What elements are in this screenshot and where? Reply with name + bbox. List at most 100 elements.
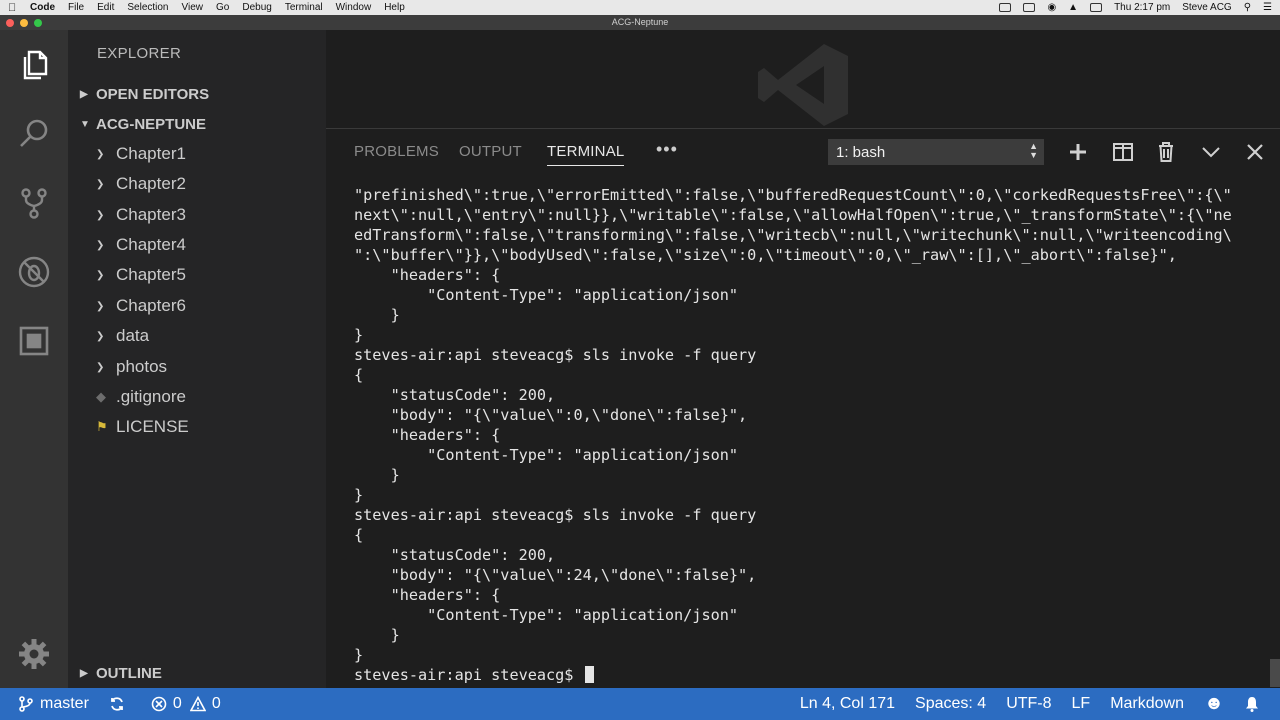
sync-button[interactable] xyxy=(109,696,131,712)
gear-icon[interactable] xyxy=(16,636,52,672)
terminal-line: "Content-Type": "application/json" xyxy=(354,446,739,464)
volume-icon[interactable]: ▲ xyxy=(1068,2,1078,13)
open-editors-label: OPEN EDITORS xyxy=(96,85,210,103)
menu-view[interactable]: View xyxy=(182,2,204,13)
maximize-panel-icon[interactable] xyxy=(1200,141,1222,163)
tree-item-gitignore[interactable]: ◆ .gitignore xyxy=(68,383,326,411)
close-window-button[interactable] xyxy=(6,19,14,27)
tree-item-chapter6[interactable]: ❯ Chapter6 xyxy=(68,292,326,320)
apple-icon[interactable]:  xyxy=(8,2,18,14)
tree-item-label: Chapter6 xyxy=(116,296,186,315)
chevron-right-icon: ❯ xyxy=(96,361,105,373)
terminal-output[interactable]: "prefinished\":true,\"errorEmitted\":fal… xyxy=(354,185,1274,685)
terminal-line: "statusCode": 200, xyxy=(354,386,556,404)
terminal-scrollbar[interactable] xyxy=(1270,659,1280,687)
tree-item-license[interactable]: ⚑ LICENSE xyxy=(68,413,326,441)
branch-indicator[interactable]: master xyxy=(18,695,89,713)
explorer-icon[interactable] xyxy=(16,47,52,83)
outline-header[interactable]: ▶ OUTLINE xyxy=(68,660,326,686)
search-icon[interactable] xyxy=(16,116,52,152)
terminal-line: ":\"buffer\"}},\"bodyUsed\":false,\"size… xyxy=(354,246,1177,264)
tree-item-label: Chapter5 xyxy=(116,265,186,284)
tree-item-data[interactable]: ❯ data xyxy=(68,322,326,350)
source-control-icon[interactable] xyxy=(16,185,52,221)
spotlight-icon[interactable]: ⚲ xyxy=(1244,2,1251,13)
window-title: ACG-Neptune xyxy=(611,17,669,27)
menu-terminal[interactable]: Terminal xyxy=(285,2,323,13)
tab-problems[interactable]: PROBLEMS xyxy=(354,143,439,160)
minimize-window-button[interactable] xyxy=(20,19,28,27)
menu-debug[interactable]: Debug xyxy=(242,2,271,13)
close-panel-icon[interactable] xyxy=(1244,141,1266,163)
window-titlebar: ACG-Neptune xyxy=(0,15,1280,30)
menu-help[interactable]: Help xyxy=(384,2,405,13)
line-ending[interactable]: LF xyxy=(1072,695,1091,713)
sync-icon xyxy=(111,697,123,711)
tree-item-label: Chapter2 xyxy=(116,174,186,193)
problems-indicator[interactable]: 0 0 xyxy=(151,695,221,713)
project-header[interactable]: ▼ ACG-NEPTUNE xyxy=(68,111,326,137)
macos-menubar:  Code File Edit Selection View Go Debug… xyxy=(0,0,1280,15)
terminal-line: "Content-Type": "application/json" xyxy=(354,286,739,304)
terminal-line: } xyxy=(354,626,400,644)
notification-center-icon[interactable]: ☰ xyxy=(1263,2,1272,13)
encoding[interactable]: UTF-8 xyxy=(1006,695,1051,713)
debug-icon[interactable] xyxy=(16,254,52,290)
chevron-right-icon: ❯ xyxy=(96,209,105,221)
editor-area[interactable] xyxy=(326,30,1280,128)
terminal-line: } xyxy=(354,466,400,484)
tree-item-chapter2[interactable]: ❯ Chapter2 xyxy=(68,170,326,198)
warning-count: 0 xyxy=(211,695,221,712)
tree-item-label: LICENSE xyxy=(116,417,189,436)
more-actions-icon[interactable]: ••• xyxy=(656,139,678,160)
error-count: 0 xyxy=(172,695,182,712)
open-editors-header[interactable]: ▶ OPEN EDITORS xyxy=(68,81,326,107)
menu-app[interactable]: Code xyxy=(30,2,55,13)
license-file-icon: ⚑ xyxy=(96,419,108,434)
terminal-line: next\":null,\"entry\":null}},\"writable\… xyxy=(354,206,1232,224)
menu-selection[interactable]: Selection xyxy=(127,2,168,13)
feedback-smiley-icon[interactable]: ☻ xyxy=(1204,693,1224,715)
tab-terminal[interactable]: TERMINAL xyxy=(547,143,625,166)
tree-item-chapter1[interactable]: ❯ Chapter1 xyxy=(68,140,326,168)
language-mode[interactable]: Markdown xyxy=(1110,695,1184,713)
chevron-right-icon: ❯ xyxy=(96,269,105,281)
terminal-cursor xyxy=(584,666,594,683)
terminal-prompt: steves-air:api steveacg$ xyxy=(354,666,583,684)
terminal-line: "body": "{\"value\":24,\"done\":false}", xyxy=(354,566,757,584)
zoom-window-button[interactable] xyxy=(34,19,42,27)
cursor-position[interactable]: Ln 4, Col 171 xyxy=(800,695,895,713)
tree-item-photos[interactable]: ❯ photos xyxy=(68,353,326,381)
wifi-icon[interactable]: ◉ xyxy=(1047,2,1056,13)
branch-name: master xyxy=(40,695,89,712)
screen-icon[interactable] xyxy=(1023,3,1036,12)
extensions-icon[interactable] xyxy=(16,323,52,359)
terminal-line: "headers": { xyxy=(354,586,501,604)
tree-item-chapter4[interactable]: ❯ Chapter4 xyxy=(68,231,326,259)
terminal-line: { xyxy=(354,526,364,544)
cloud-icon[interactable] xyxy=(999,3,1012,12)
git-branch-icon xyxy=(19,696,33,712)
menu-file[interactable]: File xyxy=(68,2,84,13)
tree-item-chapter3[interactable]: ❯ Chapter3 xyxy=(68,201,326,229)
chevron-right-icon: ▶ xyxy=(80,667,88,679)
menubar-user[interactable]: Steve ACG xyxy=(1182,2,1231,13)
menu-window[interactable]: Window xyxy=(336,2,372,13)
tree-item-label: Chapter4 xyxy=(116,235,186,254)
indentation[interactable]: Spaces: 4 xyxy=(915,695,986,713)
tab-output[interactable]: OUTPUT xyxy=(459,143,522,160)
menu-go[interactable]: Go xyxy=(216,2,229,13)
notification-bell-icon[interactable] xyxy=(1244,696,1266,712)
menubar-clock[interactable]: Thu 2:17 pm xyxy=(1114,2,1170,13)
battery-icon[interactable] xyxy=(1090,3,1103,12)
menu-edit[interactable]: Edit xyxy=(97,2,114,13)
terminal-select[interactable]: 1: bash ▲ ▼ xyxy=(828,139,1044,165)
activity-bar xyxy=(0,30,68,688)
split-terminal-icon[interactable] xyxy=(1112,141,1134,163)
chevron-right-icon: ❯ xyxy=(96,178,105,190)
tree-item-label: Chapter3 xyxy=(116,205,186,224)
new-terminal-icon[interactable] xyxy=(1067,141,1089,163)
tree-item-label: photos xyxy=(116,357,168,376)
trash-icon[interactable] xyxy=(1155,141,1177,163)
tree-item-chapter5[interactable]: ❯ Chapter5 xyxy=(68,261,326,289)
